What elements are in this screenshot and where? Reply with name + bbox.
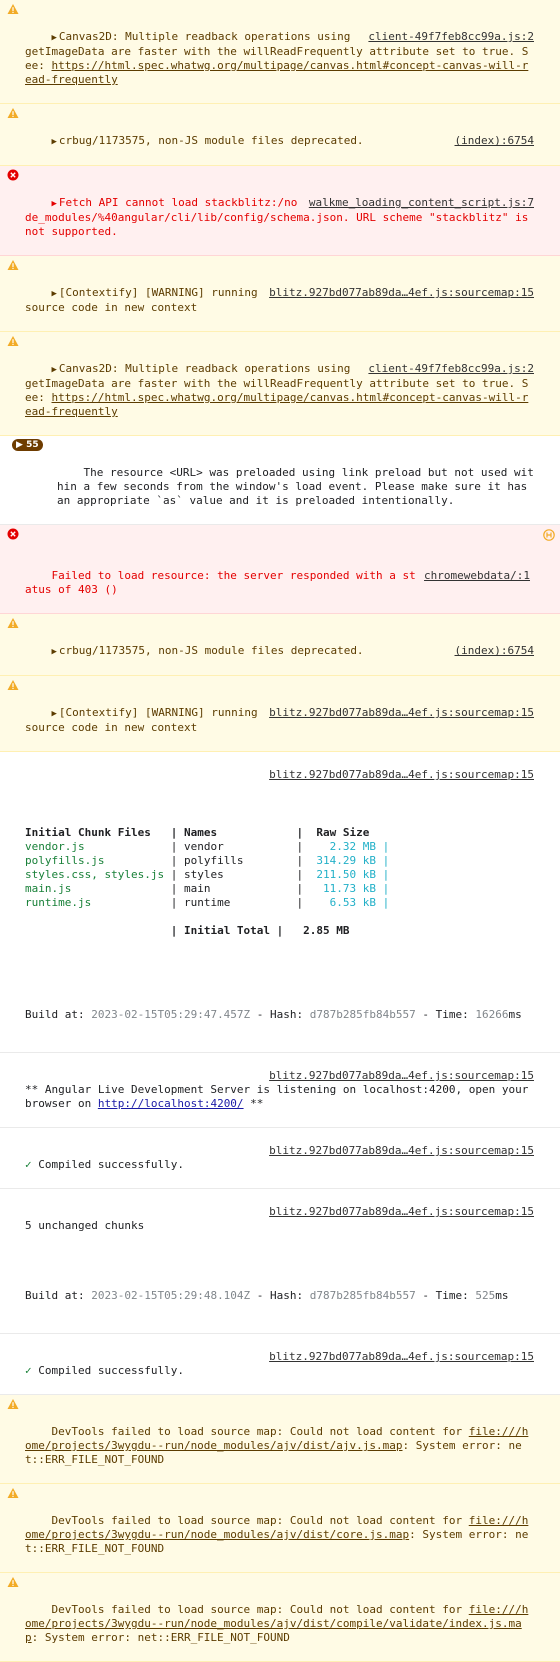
console-warning[interactable]: client-49f7feb8cc99a.js:2 ▶ Canvas2D: Mult… (0, 332, 560, 436)
source-link[interactable]: blitz.927bd077ab89da…4ef.js:sourcemap:15 (269, 706, 534, 720)
table-row: runtime.js | runtime | 6.53 kB | (25, 896, 390, 909)
console-log-server: blitz.927bd077ab89da…4ef.js:sourcemap:15… (0, 1053, 560, 1128)
console-error[interactable]: walkme_loading_content_script.js:7 ▶ Fetch… (0, 166, 560, 256)
source-link[interactable]: client-49f7feb8cc99a.js:2 (368, 30, 534, 44)
message-text: Failed to load resource: the server resp… (25, 569, 416, 596)
expand-arrow-icon[interactable]: ▶ (52, 363, 57, 377)
message-text: Compiled successfully. (38, 1364, 184, 1377)
expand-arrow-icon[interactable]: ▶ (52, 707, 57, 721)
source-link[interactable]: (index):6754 (455, 134, 534, 148)
expand-arrow-icon[interactable]: ▶ (52, 135, 57, 149)
console-log-compiled: blitz.927bd077ab89da…4ef.js:sourcemap:15… (0, 1334, 560, 1395)
warning-icon (7, 1488, 19, 1498)
header-names: | Names (164, 826, 218, 839)
console-error[interactable]: chromewebdata/:1 Failed to load resource:… (0, 525, 560, 614)
message-link[interactable]: https://html.spec.whatwg.org/multipage/c… (25, 59, 528, 86)
header-size: | Raw Size (270, 826, 370, 839)
console-warning[interactable]: blitz.927bd077ab89da…4ef.js:sourcemap:15… (0, 676, 560, 752)
source-link[interactable]: blitz.927bd077ab89da…4ef.js:sourcemap:15 (269, 286, 534, 300)
expand-arrow-icon: ▶ (16, 440, 23, 450)
checkmark-icon: ✓ (25, 1364, 32, 1377)
table-row: polyfills.js | polyfills | 314.29 kB | (25, 854, 390, 867)
console-log-unchanged: blitz.927bd077ab89da…4ef.js:sourcemap:15… (0, 1189, 560, 1334)
warning-icon (7, 260, 19, 270)
warning-icon (7, 618, 19, 628)
source-link[interactable]: blitz.927bd077ab89da…4ef.js:sourcemap:15 (269, 1069, 534, 1083)
chunk-table: Initial Chunk Files | Names | Raw Size v… (25, 826, 389, 938)
message-text: crbug/1173575, non-JS module files depre… (58, 644, 364, 657)
expand-arrow-icon[interactable]: ▶ (52, 645, 57, 659)
message-text: crbug/1173575, non-JS module files depre… (58, 134, 364, 147)
console-warning[interactable]: (index):6754 ▶ crbug/1173575, non-JS modul… (0, 104, 560, 166)
expand-arrow-icon[interactable]: ▶ (52, 31, 57, 45)
source-link[interactable]: walkme_loading_content_script.js:7 (309, 196, 534, 210)
message-link[interactable]: https://html.spec.whatwg.org/multipage/c… (25, 391, 528, 418)
source-link[interactable]: chromewebdata/:1 (424, 569, 530, 583)
table-row: vendor.js | vendor | 2.32 MB | (25, 840, 390, 853)
source-link[interactable]: blitz.927bd077ab89da…4ef.js:sourcemap:15 (269, 1205, 534, 1219)
console-warning[interactable]: DevTools failed to load source map: Coul… (0, 1395, 560, 1484)
table-row: main.js | main | 11.73 kB | (25, 882, 390, 895)
source-link[interactable]: blitz.927bd077ab89da…4ef.js:sourcemap:15 (269, 1144, 534, 1158)
console-panel: client-49f7feb8cc99a.js:2 ▶ Canvas2D: Mult… (0, 0, 560, 1662)
warning-icon (7, 108, 19, 118)
console-log-compiled: blitz.927bd077ab89da…4ef.js:sourcemap:15… (0, 1128, 560, 1189)
build-info: Build at: 2023-02-15T05:29:48.104Z - Has… (25, 1289, 509, 1302)
warning-icon (7, 1399, 19, 1409)
table-row: styles.css, styles.js | styles | 211.50 … (25, 868, 390, 881)
warning-icon (7, 680, 19, 690)
console-warning[interactable]: DevTools failed to load source map: Coul… (0, 1573, 560, 1662)
message-text: 5 unchanged chunks (25, 1219, 145, 1232)
error-icon (7, 169, 19, 181)
warning-icon (7, 4, 19, 14)
localhost-link[interactable]: http://localhost:4200/ (98, 1097, 244, 1110)
warning-icon (7, 1577, 19, 1587)
total-row: | Initial Total | 2.85 MB (164, 924, 350, 937)
build-info: Build at: 2023-02-15T05:29:47.457Z - Has… (25, 1008, 522, 1021)
message-text: The resource <URL> was preloaded using l… (57, 466, 534, 507)
console-warning[interactable]: client-49f7feb8cc99a.js:2 ▶ Canvas2D: Mult… (0, 0, 560, 104)
console-log-build: blitz.927bd077ab89da…4ef.js:sourcemap:15… (0, 752, 560, 1053)
message-text: Compiled successfully. (38, 1158, 184, 1171)
repeat-count-badge[interactable]: ▶ 55 (12, 439, 43, 451)
source-link[interactable]: (index):6754 (455, 644, 534, 658)
message-text: DevTools failed to load source map: Coul… (51, 1514, 469, 1527)
error-icon (7, 528, 19, 540)
checkmark-icon: ✓ (25, 1158, 32, 1171)
header-files: Initial Chunk Files (25, 826, 151, 839)
source-link[interactable]: blitz.927bd077ab89da…4ef.js:sourcemap:15 (269, 1350, 534, 1364)
message-text: [Contextify] [WARNING] running source co… (25, 706, 265, 734)
network-info-icon[interactable] (543, 529, 555, 541)
message-text: DevTools failed to load source map: Coul… (51, 1603, 469, 1616)
chunk-table-header: Initial Chunk Files | Names | Raw Size (25, 826, 389, 840)
source-link[interactable]: client-49f7feb8cc99a.js:2 (368, 362, 534, 376)
console-message-group[interactable]: ▶ 55 The resource <URL> was preloaded us… (0, 436, 560, 525)
message-text: [Contextify] [WARNING] running source co… (25, 286, 265, 314)
warning-icon (7, 336, 19, 346)
console-warning[interactable]: DevTools failed to load source map: Coul… (0, 1484, 560, 1573)
console-warning[interactable]: blitz.927bd077ab89da…4ef.js:sourcemap:15… (0, 256, 560, 332)
expand-arrow-icon[interactable]: ▶ (52, 197, 57, 211)
message-text: DevTools failed to load source map: Coul… (51, 1425, 469, 1438)
console-warning[interactable]: (index):6754 ▶ crbug/1173575, non-JS modul… (0, 614, 560, 676)
source-link[interactable]: blitz.927bd077ab89da…4ef.js:sourcemap:15 (269, 768, 534, 782)
expand-arrow-icon[interactable]: ▶ (52, 287, 57, 301)
